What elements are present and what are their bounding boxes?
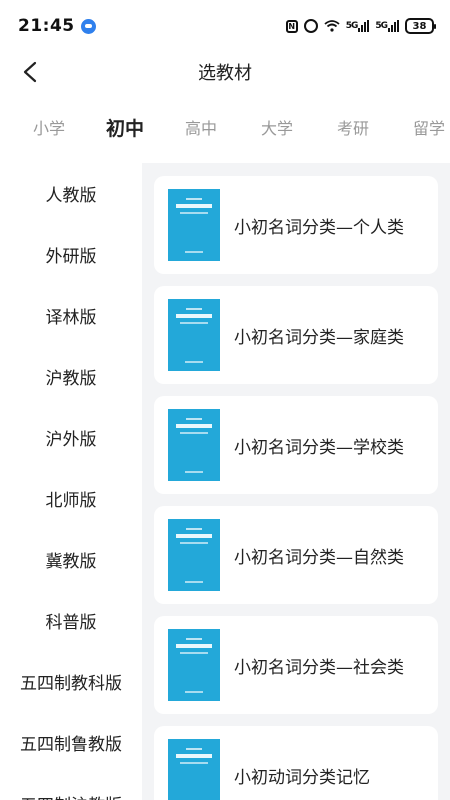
book-card[interactable]: 小初动词分类记忆: [154, 726, 438, 800]
tab-junior-high[interactable]: 初中: [87, 114, 163, 141]
signal-5g-icon-2: 5G: [375, 19, 399, 33]
header: 选教材: [0, 52, 450, 92]
main-area: 人教版 外研版 译林版 沪教版 沪外版 北师版 冀教版 科普版 五四制教科版 五…: [0, 163, 450, 800]
wifi-icon: [324, 19, 340, 33]
edition-item[interactable]: 译林版: [0, 285, 142, 346]
signal-5g-icon: 5G: [346, 19, 370, 33]
edition-item[interactable]: 科普版: [0, 590, 142, 651]
nfc-icon: N: [285, 19, 298, 33]
status-bar: 21:45 N 5G 5G 38: [0, 0, 450, 52]
book-cover: [168, 189, 220, 261]
status-time: 21:45: [18, 16, 75, 36]
edition-item[interactable]: 沪外版: [0, 407, 142, 468]
edition-item[interactable]: 外研版: [0, 224, 142, 285]
book-card[interactable]: 小初名词分类—家庭类: [154, 286, 438, 384]
alarm-icon: [303, 19, 318, 33]
book-title: 小初名词分类—家庭类: [234, 327, 404, 348]
chevron-left-icon: [23, 61, 37, 83]
book-title: 小初动词分类记忆: [234, 767, 370, 788]
tab-primary[interactable]: 小学: [11, 115, 87, 139]
book-list: 小初名词分类—个人类 小初名词分类—家庭类 小初名词分类—学校类 小初名词分类—…: [142, 163, 450, 800]
book-cover: [168, 629, 220, 701]
battery-icon: 38: [405, 18, 436, 34]
book-card[interactable]: 小初名词分类—社会类: [154, 616, 438, 714]
edition-item[interactable]: 五四制鲁教版: [0, 712, 142, 773]
book-cover: [168, 519, 220, 591]
tab-university[interactable]: 大学: [239, 115, 315, 139]
back-button[interactable]: [14, 56, 46, 88]
level-tabs: 小学 初中 高中 大学 考研 留学: [0, 104, 450, 150]
book-title: 小初名词分类—学校类: [234, 437, 404, 458]
book-title: 小初名词分类—社会类: [234, 657, 404, 678]
tab-senior-high[interactable]: 高中: [163, 115, 239, 139]
edition-item[interactable]: 北师版: [0, 468, 142, 529]
book-cover: [168, 299, 220, 371]
book-title: 小初名词分类—自然类: [234, 547, 404, 568]
book-card[interactable]: 小初名词分类—学校类: [154, 396, 438, 494]
edition-item[interactable]: 五四制教科版: [0, 651, 142, 712]
edition-item[interactable]: 人教版: [0, 163, 142, 224]
book-card[interactable]: 小初名词分类—自然类: [154, 506, 438, 604]
edition-item[interactable]: 冀教版: [0, 529, 142, 590]
edition-item[interactable]: 沪教版: [0, 346, 142, 407]
chat-notification-icon: [80, 18, 96, 34]
edition-sidebar: 人教版 外研版 译林版 沪教版 沪外版 北师版 冀教版 科普版 五四制教科版 五…: [0, 163, 142, 800]
tab-postgrad-exam[interactable]: 考研: [315, 115, 391, 139]
book-card[interactable]: 小初名词分类—个人类: [154, 176, 438, 274]
book-cover: [168, 739, 220, 800]
status-icons: N 5G 5G 38: [285, 18, 436, 34]
page-title: 选教材: [198, 63, 252, 84]
edition-item[interactable]: 五四制沪教版: [0, 773, 142, 800]
tab-study-abroad[interactable]: 留学: [391, 115, 450, 139]
book-title: 小初名词分类—个人类: [234, 217, 404, 238]
book-cover: [168, 409, 220, 481]
